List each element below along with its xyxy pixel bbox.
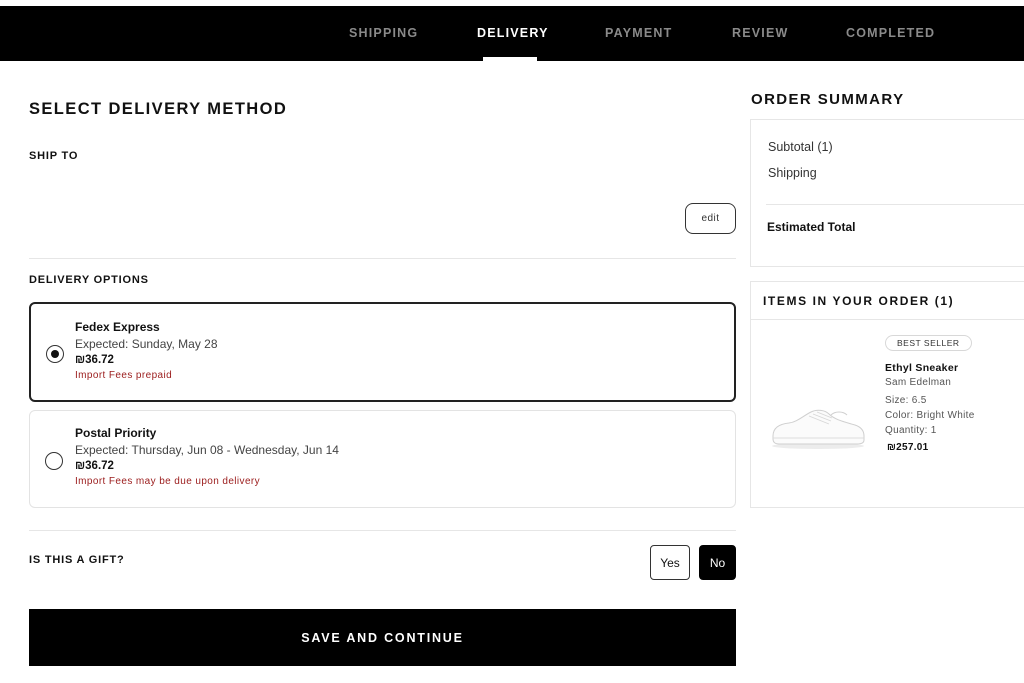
gift-yes-button[interactable]: Yes [650, 545, 690, 580]
ship-to-label: SHIP TO [29, 150, 79, 162]
divider [29, 530, 736, 531]
best-seller-badge: BEST SELLER [885, 335, 972, 351]
delivery-option-postal[interactable]: Postal Priority Expected: Thursday, Jun … [29, 410, 736, 508]
delivery-option-fedex[interactable]: Fedex Express Expected: Sunday, May 28 ₪… [29, 302, 736, 402]
order-summary-title: ORDER SUMMARY [751, 91, 905, 108]
delivery-option-name: Postal Priority [75, 426, 157, 440]
item-size: Size: 6.5 [885, 395, 927, 406]
divider [766, 204, 1024, 205]
radio-selected[interactable] [46, 345, 64, 363]
items-title: ITEMS IN YOUR ORDER (1) [763, 294, 955, 308]
step-shipping[interactable]: SHIPPING [349, 26, 418, 40]
delivery-option-details: Fedex Express Expected: Sunday, May 28 ₪… [75, 320, 218, 381]
shipping-label: Shipping [768, 166, 817, 180]
radio-dot [50, 349, 59, 358]
gift-question: IS THIS A GIFT? [29, 554, 125, 566]
edit-address-button[interactable]: edit [685, 203, 736, 234]
item-color: Color: Bright White [885, 410, 975, 421]
page-title: SELECT DELIVERY METHOD [29, 100, 288, 118]
save-and-continue-button[interactable]: SAVE AND CONTINUE [29, 609, 736, 666]
order-item[interactable]: BEST SELLER Ethyl Sneaker Sam Edelman Si… [751, 320, 1024, 508]
delivery-option-price: ₪36.72 [75, 354, 114, 366]
delivery-option-fee-note: Import Fees may be due upon delivery [75, 476, 261, 487]
checkout-steps-bar: SHIPPING DELIVERY PAYMENT REVIEW COMPLET… [0, 6, 1024, 61]
divider [29, 258, 736, 259]
delivery-option-fee-note: Import Fees prepaid [75, 370, 173, 381]
sneaker-icon [772, 409, 865, 449]
item-quantity: Quantity: 1 [885, 425, 937, 436]
step-payment[interactable]: PAYMENT [605, 26, 672, 40]
delivery-option-details: Postal Priority Expected: Thursday, Jun … [75, 426, 339, 487]
subtotal-label: Subtotal (1) [768, 140, 833, 154]
delivery-options-label: DELIVERY OPTIONS [29, 274, 149, 286]
delivery-option-name: Fedex Express [75, 320, 160, 334]
delivery-option-expected: Expected: Sunday, May 28 [75, 337, 218, 351]
delivery-option-expected: Expected: Thursday, Jun 08 - Wednesday, … [75, 443, 339, 457]
gift-no-button[interactable]: No [699, 545, 736, 580]
radio-unselected[interactable] [45, 452, 63, 470]
delivery-option-price: ₪36.72 [75, 460, 114, 472]
item-brand: Sam Edelman [885, 377, 952, 388]
step-completed[interactable]: COMPLETED [846, 26, 935, 40]
active-step-indicator [483, 57, 537, 61]
item-name[interactable]: Ethyl Sneaker [885, 362, 958, 374]
items-panel: ITEMS IN YOUR ORDER (1) BEST SELLER Ethy… [750, 281, 1024, 508]
order-summary-panel: Subtotal (1) Shipping Estimated Total [750, 119, 1024, 267]
estimated-total-label: Estimated Total [767, 220, 856, 234]
checkout-steps: SHIPPING DELIVERY PAYMENT REVIEW COMPLET… [0, 6, 1024, 61]
step-review[interactable]: REVIEW [732, 26, 789, 40]
item-price: ₪257.01 [887, 442, 929, 453]
step-delivery[interactable]: DELIVERY [477, 26, 549, 40]
